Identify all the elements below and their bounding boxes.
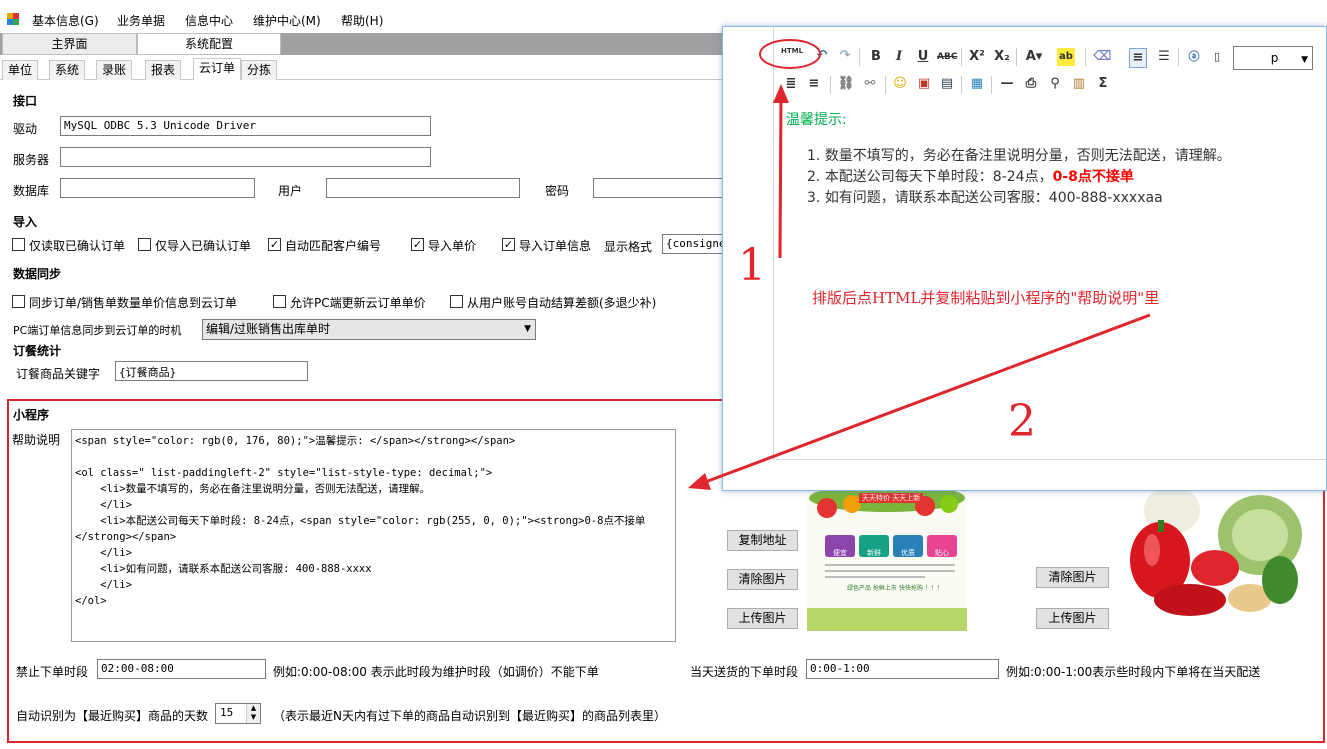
annotation-step-1: 1: [738, 240, 766, 291]
html-button-circle: [759, 39, 821, 69]
annotation-overlay: [688, 39, 1151, 490]
annotation-arrow-up: [778, 95, 783, 259]
arrow-head-icon: [773, 84, 789, 103]
annotation-step-2: 2: [1008, 396, 1036, 447]
annotation-arrow-down: [699, 313, 1151, 486]
arrow-head-icon: [688, 473, 711, 490]
annotation-note: 排版后点HTML并复制粘贴到小程序的"帮助说明"里: [812, 289, 1160, 307]
